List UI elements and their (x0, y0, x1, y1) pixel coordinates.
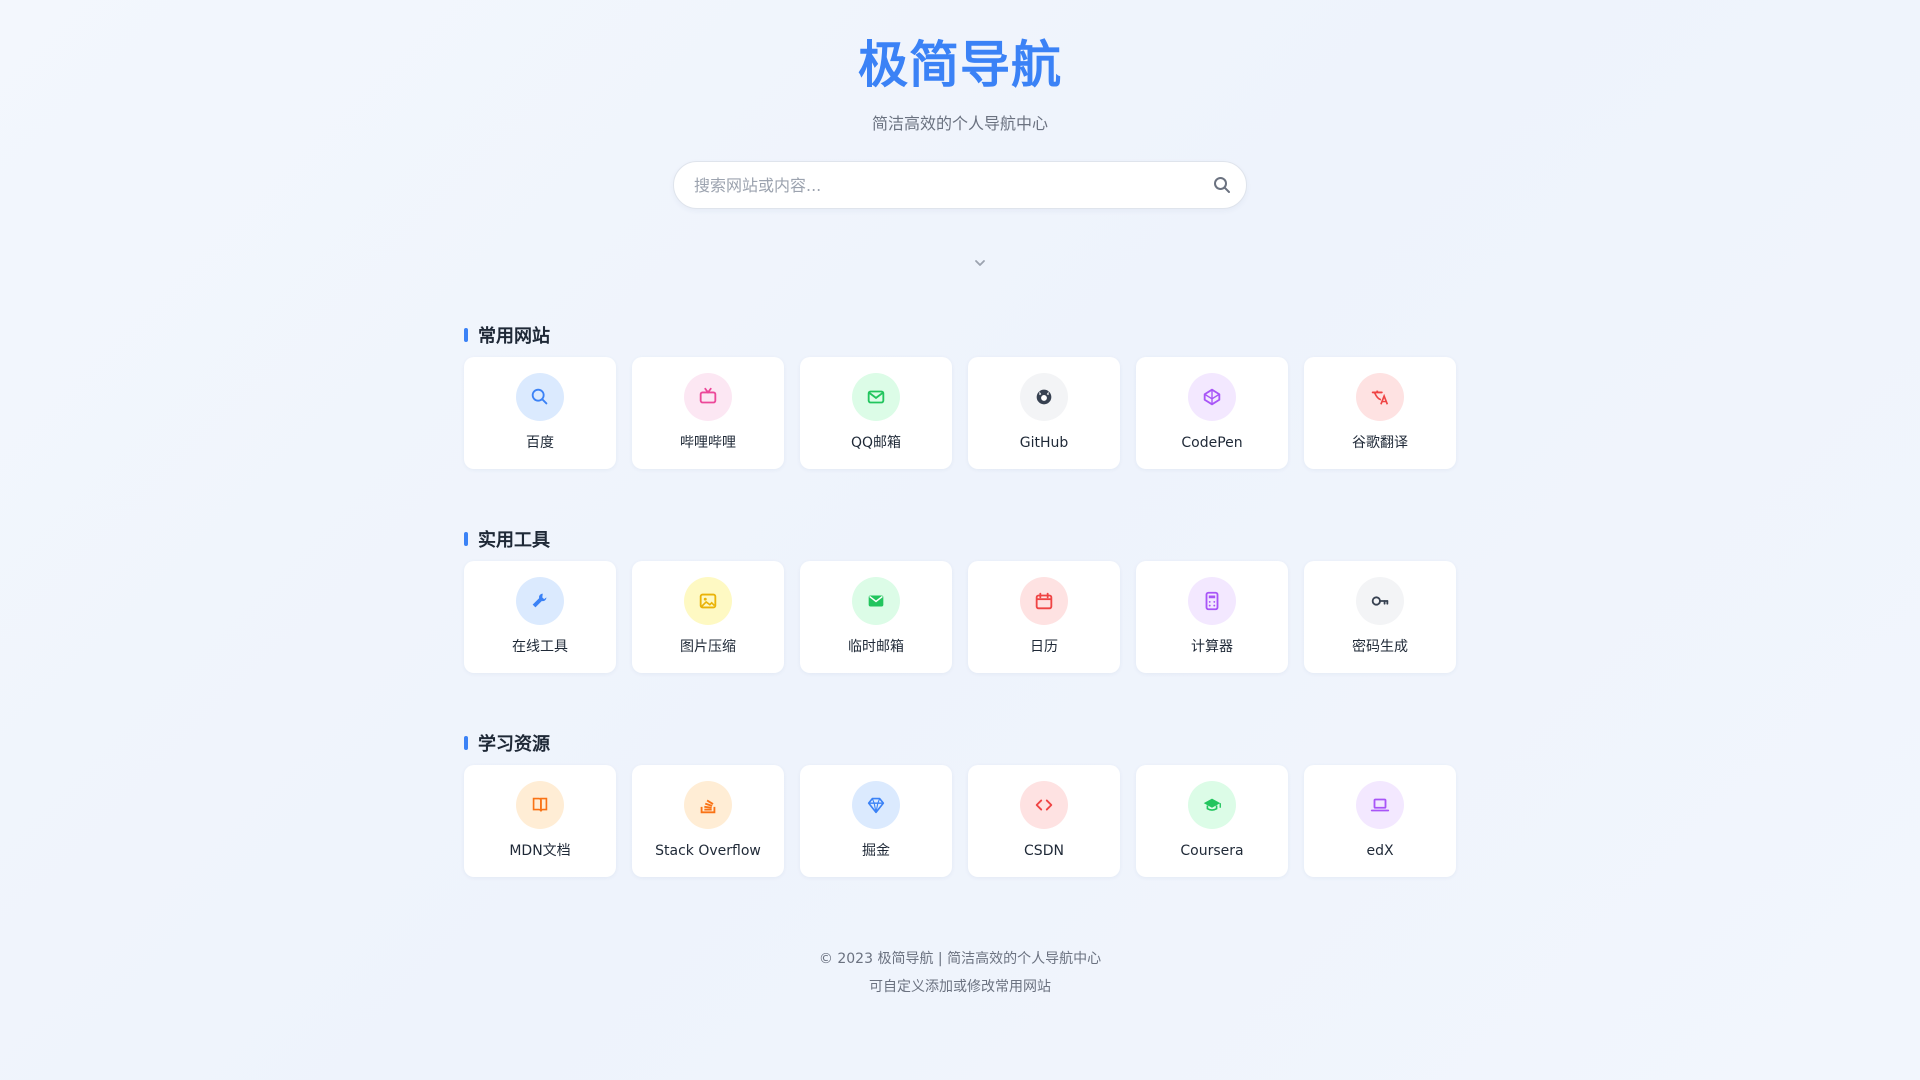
card-label: 百度 (526, 435, 554, 451)
link-card-csdn[interactable]: CSDN (968, 765, 1120, 877)
header: 极简导航 简洁高效的个人导航中心 (0, 30, 1920, 134)
calendar-icon (1020, 577, 1068, 625)
search-icon (516, 373, 564, 421)
link-card-baidu[interactable]: 百度 (464, 357, 616, 469)
section-marker (464, 328, 468, 342)
section-title: 常用网站 (464, 323, 550, 347)
calculator-icon (1188, 577, 1236, 625)
link-card-temp-mail[interactable]: 临时邮箱 (800, 561, 952, 673)
card-label: 谷歌翻译 (1352, 435, 1408, 451)
card-label: 图片压缩 (680, 639, 736, 655)
footer: © 2023 极简导航 | 简洁高效的个人导航中心 可自定义添加或修改常用网站 (0, 949, 1920, 997)
chevron-icon[interactable] (971, 254, 989, 272)
search-input[interactable] (694, 162, 1174, 208)
card-label: 日历 (1030, 639, 1058, 655)
link-card-calculator[interactable]: 计算器 (1136, 561, 1288, 673)
card-label: 在线工具 (512, 639, 568, 655)
card-label: GitHub (1019, 435, 1069, 451)
link-card-image-compress[interactable]: 图片压缩 (632, 561, 784, 673)
site-title: 极简导航 (858, 36, 1062, 94)
github-icon (1020, 373, 1068, 421)
card-label: CSDN (1024, 843, 1064, 859)
gem-icon (852, 781, 900, 829)
translate-icon (1356, 373, 1404, 421)
section-marker (464, 736, 468, 750)
codepen-icon (1188, 373, 1236, 421)
link-card-online-tools[interactable]: 在线工具 (464, 561, 616, 673)
card-label: MDN文档 (509, 843, 571, 859)
graduation-cap-icon (1188, 781, 1236, 829)
stack-overflow-icon (684, 781, 732, 829)
tv-icon (684, 373, 732, 421)
link-card-bilibili[interactable]: 哔哩哔哩 (632, 357, 784, 469)
link-card-juejin[interactable]: 掘金 (800, 765, 952, 877)
card-label: 掘金 (862, 843, 890, 859)
section-title-text: 常用网站 (478, 326, 550, 347)
card-label: 计算器 (1191, 639, 1233, 655)
page: 极简导航 简洁高效的个人导航中心 常用网站 百度 (0, 0, 1920, 1080)
card-label: 密码生成 (1352, 639, 1408, 655)
link-card-mdn[interactable]: MDN文档 (464, 765, 616, 877)
card-label: Coursera (1180, 843, 1244, 859)
link-card-codepen[interactable]: CodePen (1136, 357, 1288, 469)
card-label: 哔哩哔哩 (680, 435, 736, 451)
footer-copyright: © 2023 极简导航 | 简洁高效的个人导航中心 (818, 951, 1102, 967)
laptop-icon (1356, 781, 1404, 829)
section-title-text: 实用工具 (478, 530, 550, 551)
card-grid: MDN文档 Stack Overflow 掘金 CSDN Coursera ed… (464, 765, 1456, 877)
tools-icon (516, 577, 564, 625)
link-card-stack-overflow[interactable]: Stack Overflow (632, 765, 784, 877)
search-icon[interactable] (1212, 175, 1232, 195)
card-label: CodePen (1181, 435, 1243, 451)
link-card-qq-mail[interactable]: QQ邮箱 (800, 357, 952, 469)
card-label: edX (1366, 843, 1394, 859)
link-card-calendar[interactable]: 日历 (968, 561, 1120, 673)
mail-icon (852, 373, 900, 421)
code-icon (1020, 781, 1068, 829)
envelope-icon (852, 577, 900, 625)
link-card-edx[interactable]: edX (1304, 765, 1456, 877)
link-card-coursera[interactable]: Coursera (1136, 765, 1288, 877)
section-title: 实用工具 (464, 527, 550, 551)
card-label: 临时邮箱 (848, 639, 904, 655)
image-icon (684, 577, 732, 625)
key-icon (1356, 577, 1404, 625)
section-title: 学习资源 (464, 731, 550, 755)
footer-note: 可自定义添加或修改常用网站 (869, 979, 1051, 995)
link-card-password-generator[interactable]: 密码生成 (1304, 561, 1456, 673)
section-marker (464, 532, 468, 546)
card-label: QQ邮箱 (850, 435, 902, 451)
card-grid: 百度 哔哩哔哩 QQ邮箱 GitHub CodePen 谷歌翻译 (464, 357, 1456, 469)
card-label: Stack Overflow (655, 843, 761, 859)
link-card-google-translate[interactable]: 谷歌翻译 (1304, 357, 1456, 469)
link-card-github[interactable]: GitHub (968, 357, 1120, 469)
site-subtitle: 简洁高效的个人导航中心 (871, 114, 1048, 133)
card-grid: 在线工具 图片压缩 临时邮箱 日历 计算器 密码生成 (464, 561, 1456, 673)
search-bar (673, 161, 1247, 209)
section-title-text: 学习资源 (478, 734, 550, 755)
book-icon (516, 781, 564, 829)
